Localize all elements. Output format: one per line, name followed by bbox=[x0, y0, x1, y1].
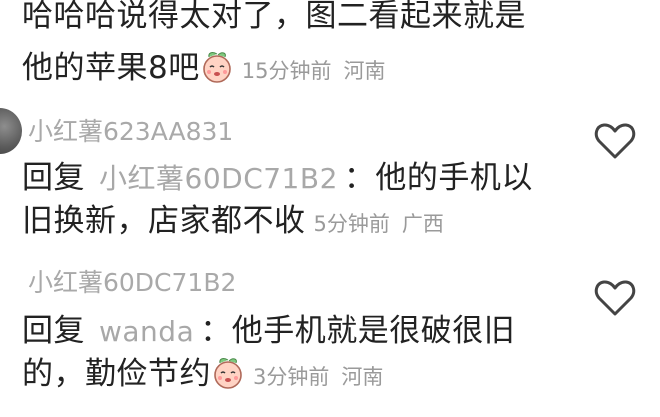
comment-meta: 3分钟前 河南 bbox=[253, 365, 383, 389]
comment-meta: 5分钟前 广西 bbox=[314, 212, 444, 236]
comment-text: 他的苹果8吧 bbox=[22, 50, 200, 86]
reply-text: 的，勤俭节约 bbox=[22, 356, 211, 392]
like-heart-icon[interactable] bbox=[593, 278, 637, 318]
reply-text: 旧换新，店家都不收 bbox=[22, 203, 306, 239]
reply-text: ：他手机就是很破很旧 bbox=[200, 313, 516, 349]
avatar[interactable] bbox=[0, 108, 22, 154]
reply-prefix: 回复 bbox=[22, 160, 85, 196]
peach-face-emoji-icon bbox=[214, 358, 242, 389]
comment-text-line2: 他的苹果8吧 15分钟前 河南 bbox=[22, 42, 385, 97]
reply-text: ：他的手机以 bbox=[343, 160, 533, 196]
comment-time: 15分钟前 bbox=[241, 59, 332, 83]
comment-meta: 15分钟前 河南 bbox=[242, 59, 386, 83]
reply-prefix: 回复 bbox=[22, 313, 85, 349]
comment-username[interactable]: 小红薯60DC71B2 bbox=[28, 268, 236, 298]
like-heart-icon[interactable] bbox=[593, 121, 637, 161]
peach-face-emoji-icon bbox=[202, 52, 231, 83]
comment-time: 3分钟前 bbox=[253, 365, 330, 389]
comment-location: 河南 bbox=[341, 365, 384, 389]
reply-text-line2: 的，勤俭节约 3分钟前 河南 bbox=[22, 348, 383, 403]
reply-to-username[interactable]: 小红薯60DC71B2 bbox=[99, 162, 338, 195]
reply-to-username[interactable]: wanda bbox=[99, 315, 194, 348]
reply-text-line2: 旧换新，店家都不收 5分钟前 广西 bbox=[22, 195, 444, 250]
comment-location: 广西 bbox=[401, 212, 444, 236]
comment-location: 河南 bbox=[343, 59, 386, 83]
comment-text-line1: 哈哈哈说得太对了，图二看起来就是 bbox=[22, 0, 526, 34]
comment-thread: 哈哈哈说得太对了，图二看起来就是 他的苹果8吧 15分钟前 河南 小红薯623AA… bbox=[0, 0, 660, 417]
comment-time: 5分钟前 bbox=[313, 212, 390, 236]
comment-username[interactable]: 小红薯623AA831 bbox=[28, 117, 233, 147]
